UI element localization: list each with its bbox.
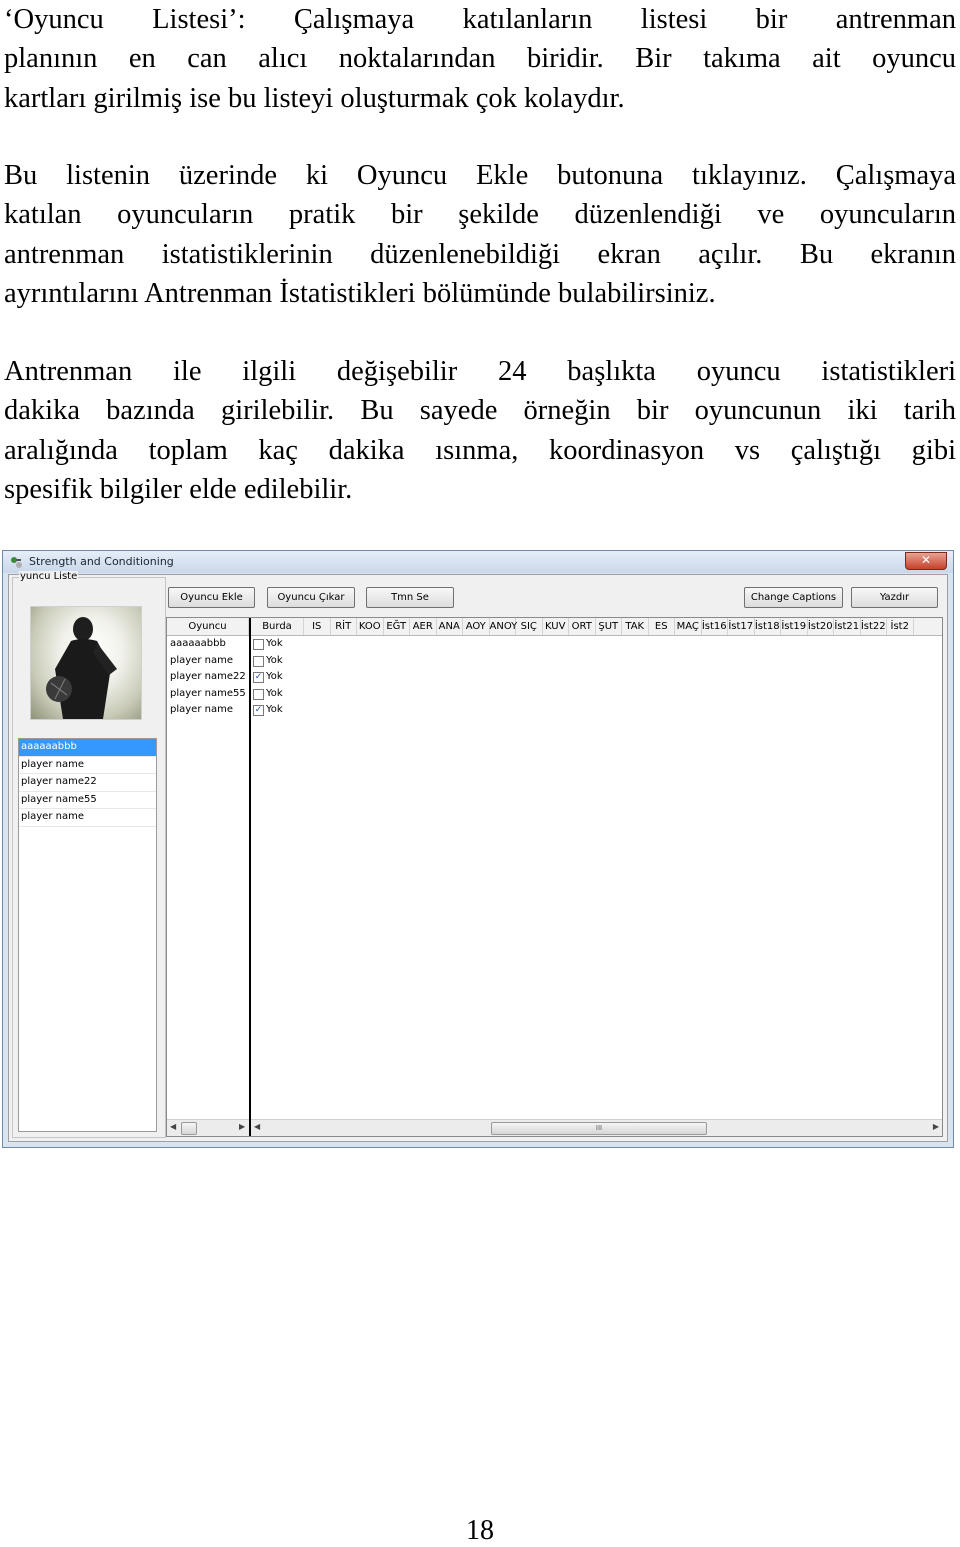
app-icon bbox=[11, 557, 22, 568]
text-line: aralığında toplam kaç dakika ısınma, koo… bbox=[4, 434, 956, 466]
table-row[interactable]: player name22 ✓ Yok bbox=[167, 669, 942, 686]
page-number: 18 bbox=[466, 1515, 494, 1546]
column-header[interactable]: SIÇ bbox=[516, 618, 543, 635]
grid-horizontal-scrollbar[interactable]: ◀ III ▶ bbox=[251, 1119, 942, 1136]
text-line: planının en can alıcı noktalarından biri… bbox=[4, 43, 956, 75]
checkbox-unchecked-icon[interactable] bbox=[253, 655, 264, 667]
status-cell: Yok bbox=[266, 638, 283, 649]
column-header[interactable]: ES bbox=[649, 618, 675, 635]
remove-player-button[interactable]: Oyuncu Çıkar bbox=[267, 587, 355, 608]
column-header[interactable]: AOY bbox=[463, 618, 490, 635]
status-cell: Yok bbox=[266, 687, 283, 699]
window-client-area: yuncu Liste aaaaaabbb player name player n… bbox=[8, 571, 948, 1142]
column-header[interactable]: İst22 bbox=[861, 618, 887, 635]
player-name-cell: player name bbox=[170, 654, 233, 666]
print-button[interactable]: Yazdır bbox=[851, 587, 938, 608]
column-header[interactable]: ANA bbox=[437, 618, 463, 635]
statistics-paragraph: Antrenman ile ilgili değişebilir 24 başl… bbox=[4, 352, 956, 509]
list-item[interactable]: player name bbox=[19, 757, 156, 774]
scroll-left-icon[interactable]: ◀ bbox=[254, 1122, 260, 1131]
player-listbox[interactable]: aaaaaabbb player name player name22 player … bbox=[18, 738, 157, 1132]
column-header[interactable]: İst20 bbox=[808, 618, 834, 635]
column-header[interactable]: TAK bbox=[622, 618, 649, 635]
text-line: kartları girilmiş ise bu listeyi oluştur… bbox=[4, 82, 625, 114]
checkbox-unchecked-icon[interactable] bbox=[253, 639, 264, 650]
table-row[interactable]: aaaaaabbb Yok bbox=[167, 636, 942, 653]
statistics-grid[interactable]: Oyuncu Burda IS RİT KOO EĞT AER ANA AOY ANOY SIÇ KU… bbox=[166, 617, 943, 1137]
scroll-right-icon[interactable]: ▶ bbox=[933, 1122, 939, 1131]
column-header[interactable]: İst19 bbox=[781, 618, 808, 635]
column-header[interactable]: KUV bbox=[543, 618, 569, 635]
column-header[interactable]: ORT bbox=[569, 618, 596, 635]
table-row[interactable]: player name ✓ Yok bbox=[167, 702, 942, 719]
player-name-cell: player name22 bbox=[170, 671, 246, 682]
list-item[interactable]: player name22 bbox=[19, 774, 156, 792]
checkbox-checked-icon[interactable]: ✓ bbox=[253, 705, 264, 716]
text-line: antrenman istatistiklerinin düzenlenebil… bbox=[4, 238, 956, 270]
intro-paragraph: ‘Oyuncu Listesi’: Çalışmaya katılanların… bbox=[4, 0, 956, 118]
column-header[interactable]: ANOY bbox=[490, 618, 517, 635]
column-header[interactable]: MAÇ bbox=[675, 618, 702, 635]
text-line: dakika bazında girilebilir. Bu sayede ör… bbox=[4, 395, 956, 427]
status-cell: Yok bbox=[266, 671, 283, 682]
status-cell: Yok bbox=[266, 704, 283, 715]
text-line: Bu listenin üzerinde ki Oyuncu Ekle buto… bbox=[4, 160, 956, 191]
text-line: spesifik bilgiler elde edilebilir. bbox=[4, 473, 353, 505]
column-header[interactable]: İst2 bbox=[887, 618, 914, 635]
text-line: ‘Oyuncu Listesi’: Çalışmaya katılanların… bbox=[4, 4, 956, 35]
text-line: katılan oyuncuların pratik bir şekilde d… bbox=[4, 199, 956, 231]
name-column-scrollbar[interactable]: ◀ ▶ bbox=[167, 1119, 249, 1136]
instruction-paragraph: Bu listenin üzerinde ki Oyuncu Ekle buto… bbox=[4, 156, 956, 313]
column-header[interactable]: AER bbox=[410, 618, 437, 635]
scroll-right-icon[interactable]: ▶ bbox=[239, 1122, 245, 1131]
column-header[interactable]: Burda bbox=[251, 618, 304, 635]
column-header[interactable]: IS bbox=[304, 618, 331, 635]
player-name-cell: player name55 bbox=[170, 687, 246, 699]
table-row[interactable]: player name55 Yok bbox=[167, 686, 942, 703]
column-header[interactable]: KOO bbox=[357, 618, 384, 635]
group-label: yuncu Liste bbox=[19, 571, 79, 582]
column-header[interactable]: EĞT bbox=[384, 618, 410, 635]
text-line: Antrenman ile ilgili değişebilir 24 başl… bbox=[4, 356, 956, 387]
column-header[interactable]: İst18 bbox=[755, 618, 781, 635]
player-list-group: yuncu Liste aaaaaabbb player name player n… bbox=[12, 571, 166, 1138]
text-line: ayrıntılarını Antrenman İstatistikleri b… bbox=[4, 277, 716, 309]
player-silhouette-icon bbox=[46, 617, 117, 719]
list-item[interactable]: player name55 bbox=[19, 792, 156, 809]
title-bar: Strength and Conditioning ✕ bbox=[3, 551, 953, 573]
tmn-select-button[interactable]: Tmn Se bbox=[366, 587, 454, 608]
player-photo bbox=[30, 606, 142, 720]
grid-splitter[interactable] bbox=[249, 618, 251, 1136]
add-player-button[interactable]: Oyuncu Ekle bbox=[168, 587, 255, 608]
column-header[interactable]: RİT bbox=[331, 618, 357, 635]
grid-header: Oyuncu Burda IS RİT KOO EĞT AER ANA AOY ANOY SIÇ KU… bbox=[167, 618, 942, 636]
change-captions-button[interactable]: Change Captions bbox=[744, 587, 843, 608]
player-name-cell: aaaaaabbb bbox=[170, 638, 226, 649]
column-header[interactable]: İst21 bbox=[834, 618, 861, 635]
checkbox-checked-icon[interactable]: ✓ bbox=[253, 672, 264, 683]
column-header[interactable]: ŞUT bbox=[596, 618, 622, 635]
player-name-cell: player name bbox=[170, 704, 233, 715]
window-title: Strength and Conditioning bbox=[29, 555, 174, 568]
column-header[interactable]: Oyuncu bbox=[167, 618, 249, 635]
list-item[interactable]: aaaaaabbb bbox=[19, 739, 156, 757]
table-row[interactable]: player name Yok bbox=[167, 653, 942, 670]
checkbox-unchecked-icon[interactable] bbox=[253, 688, 264, 700]
scroll-left-icon[interactable]: ◀ bbox=[170, 1122, 176, 1131]
column-header[interactable]: İst16 bbox=[702, 618, 728, 635]
close-button[interactable]: ✕ bbox=[905, 552, 947, 570]
scroll-thumb[interactable]: III bbox=[491, 1122, 707, 1135]
column-header[interactable]: İst17 bbox=[728, 618, 755, 635]
status-cell: Yok bbox=[266, 654, 283, 666]
list-item[interactable]: player name bbox=[19, 809, 156, 827]
strength-conditioning-window: Strength and Conditioning ✕ yuncu Liste … bbox=[2, 550, 954, 1148]
scroll-thumb[interactable] bbox=[181, 1122, 197, 1135]
